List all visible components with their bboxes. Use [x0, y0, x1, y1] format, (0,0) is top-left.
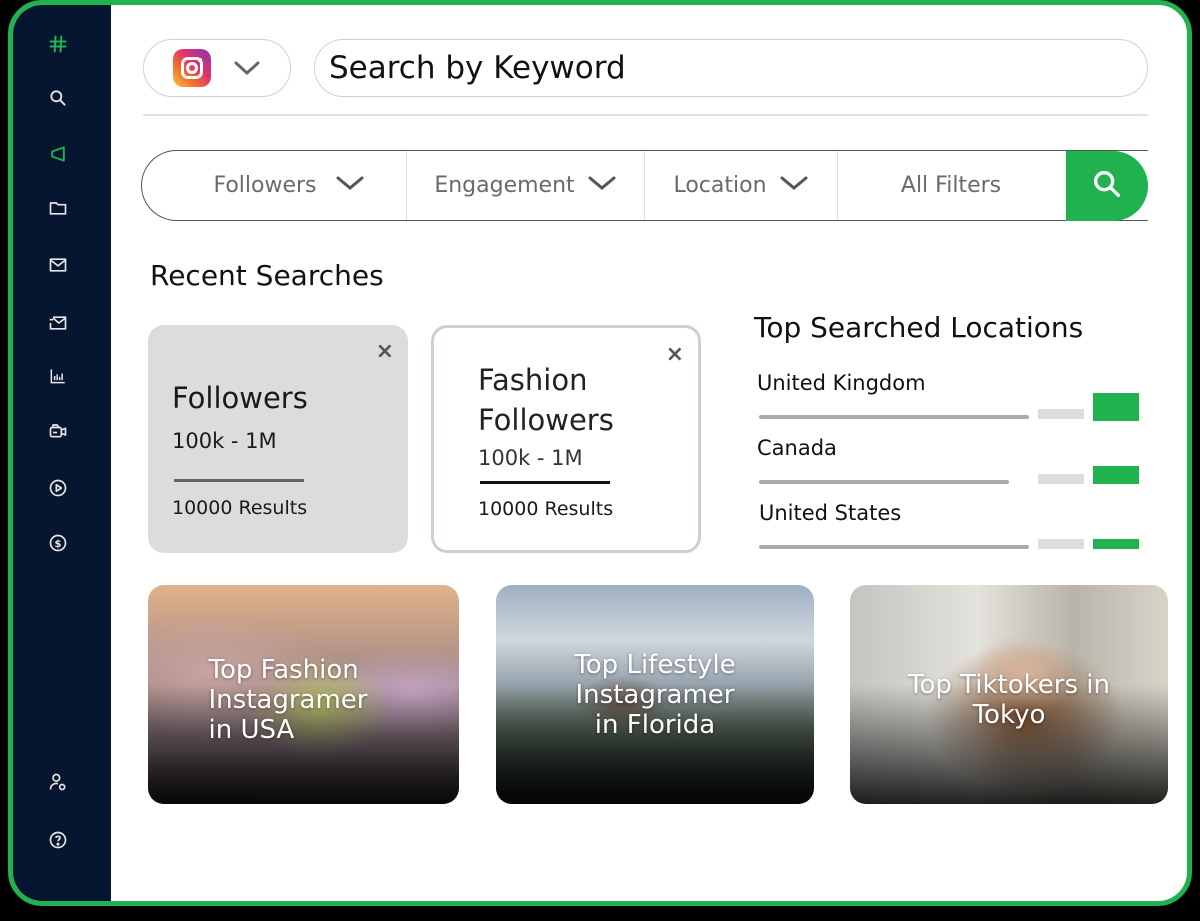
tile-title: Top Lifestyle Instagramer in Florida [574, 649, 736, 740]
location-bar-fill [1093, 466, 1139, 484]
discover-tile[interactable]: Top Tiktokers in Tokyo [850, 585, 1168, 804]
card-range: 100k - 1M [172, 429, 277, 453]
search-icon[interactable] [45, 85, 71, 111]
filter-label: Followers [213, 173, 317, 198]
user-settings-icon[interactable] [45, 769, 71, 795]
filter-label: All Filters [900, 173, 1002, 198]
filter-bar: Followers Engagement Location All Filter… [141, 150, 1148, 221]
filter-all[interactable]: All Filters [838, 151, 1064, 220]
card-title: Followers [172, 381, 308, 415]
divider [143, 114, 1148, 116]
filter-location[interactable]: Location [645, 151, 838, 220]
tile-title: Top Fashion Instagramer in USA [208, 654, 368, 745]
card-title: Fashion Followers [478, 363, 614, 437]
location-line [759, 545, 1029, 549]
discover-tile[interactable]: Top Lifestyle Instagramer in Florida [496, 585, 814, 804]
location-item[interactable]: Canada [757, 436, 1147, 496]
megaphone-icon[interactable] [45, 141, 71, 167]
location-line [759, 415, 1029, 419]
close-icon[interactable]: × [376, 339, 394, 364]
card-results: 10000 Results [478, 498, 614, 520]
card-results: 10000 Results [172, 497, 308, 519]
chevron-down-icon [587, 173, 617, 198]
filter-label: Location [673, 173, 767, 198]
keyword-search-input[interactable] [314, 39, 1148, 97]
folder-icon[interactable] [45, 195, 71, 221]
filter-followers[interactable]: Followers [142, 151, 407, 220]
location-bar-fill [1093, 393, 1139, 421]
filter-engagement[interactable]: Engagement [407, 151, 645, 220]
location-bar-track [1038, 409, 1084, 419]
app-window: $ Followers Engagement [8, 0, 1192, 906]
camera-icon[interactable] [45, 417, 71, 443]
main-content: Followers Engagement Location All Filter… [111, 5, 1187, 901]
play-icon[interactable] [45, 475, 71, 501]
location-bar-fill [1093, 539, 1139, 549]
platform-select[interactable] [143, 39, 291, 97]
card-divider [480, 481, 610, 484]
location-name: United Kingdom [757, 371, 926, 395]
location-name: Canada [757, 436, 837, 460]
recent-searches-title: Recent Searches [150, 259, 384, 292]
instagram-icon [173, 49, 211, 87]
dollar-icon[interactable]: $ [45, 530, 71, 556]
mail-send-icon[interactable] [45, 310, 71, 336]
recent-search-card[interactable]: × Followers 100k - 1M 10000 Results [148, 325, 408, 553]
chevron-down-icon [233, 59, 261, 77]
location-bar-track [1038, 474, 1084, 484]
search-icon [1090, 167, 1124, 205]
location-line [759, 480, 1009, 484]
mail-icon[interactable] [45, 252, 71, 278]
location-name: United States [759, 501, 902, 525]
discover-tile[interactable]: Top Fashion Instagramer in USA [148, 585, 459, 804]
chevron-down-icon [335, 173, 365, 198]
recent-search-card[interactable]: × Fashion Followers 100k - 1M 10000 Resu… [431, 325, 701, 553]
card-range: 100k - 1M [478, 446, 583, 470]
bar-chart-icon[interactable] [45, 363, 71, 389]
card-divider [174, 479, 304, 482]
location-item[interactable]: United States [757, 501, 1147, 561]
svg-text:$: $ [55, 539, 62, 550]
hashtag-icon[interactable] [45, 31, 71, 57]
top-locations-title: Top Searched Locations [754, 311, 1084, 344]
location-item[interactable]: United Kingdom [757, 371, 1147, 431]
help-icon[interactable] [45, 827, 71, 853]
filter-label: Engagement [434, 173, 575, 198]
tile-title: Top Tiktokers in Tokyo [908, 669, 1110, 730]
sidebar: $ [13, 5, 111, 901]
filter-search-button[interactable] [1066, 151, 1148, 221]
location-bar-track [1038, 539, 1084, 549]
chevron-down-icon [779, 173, 809, 198]
